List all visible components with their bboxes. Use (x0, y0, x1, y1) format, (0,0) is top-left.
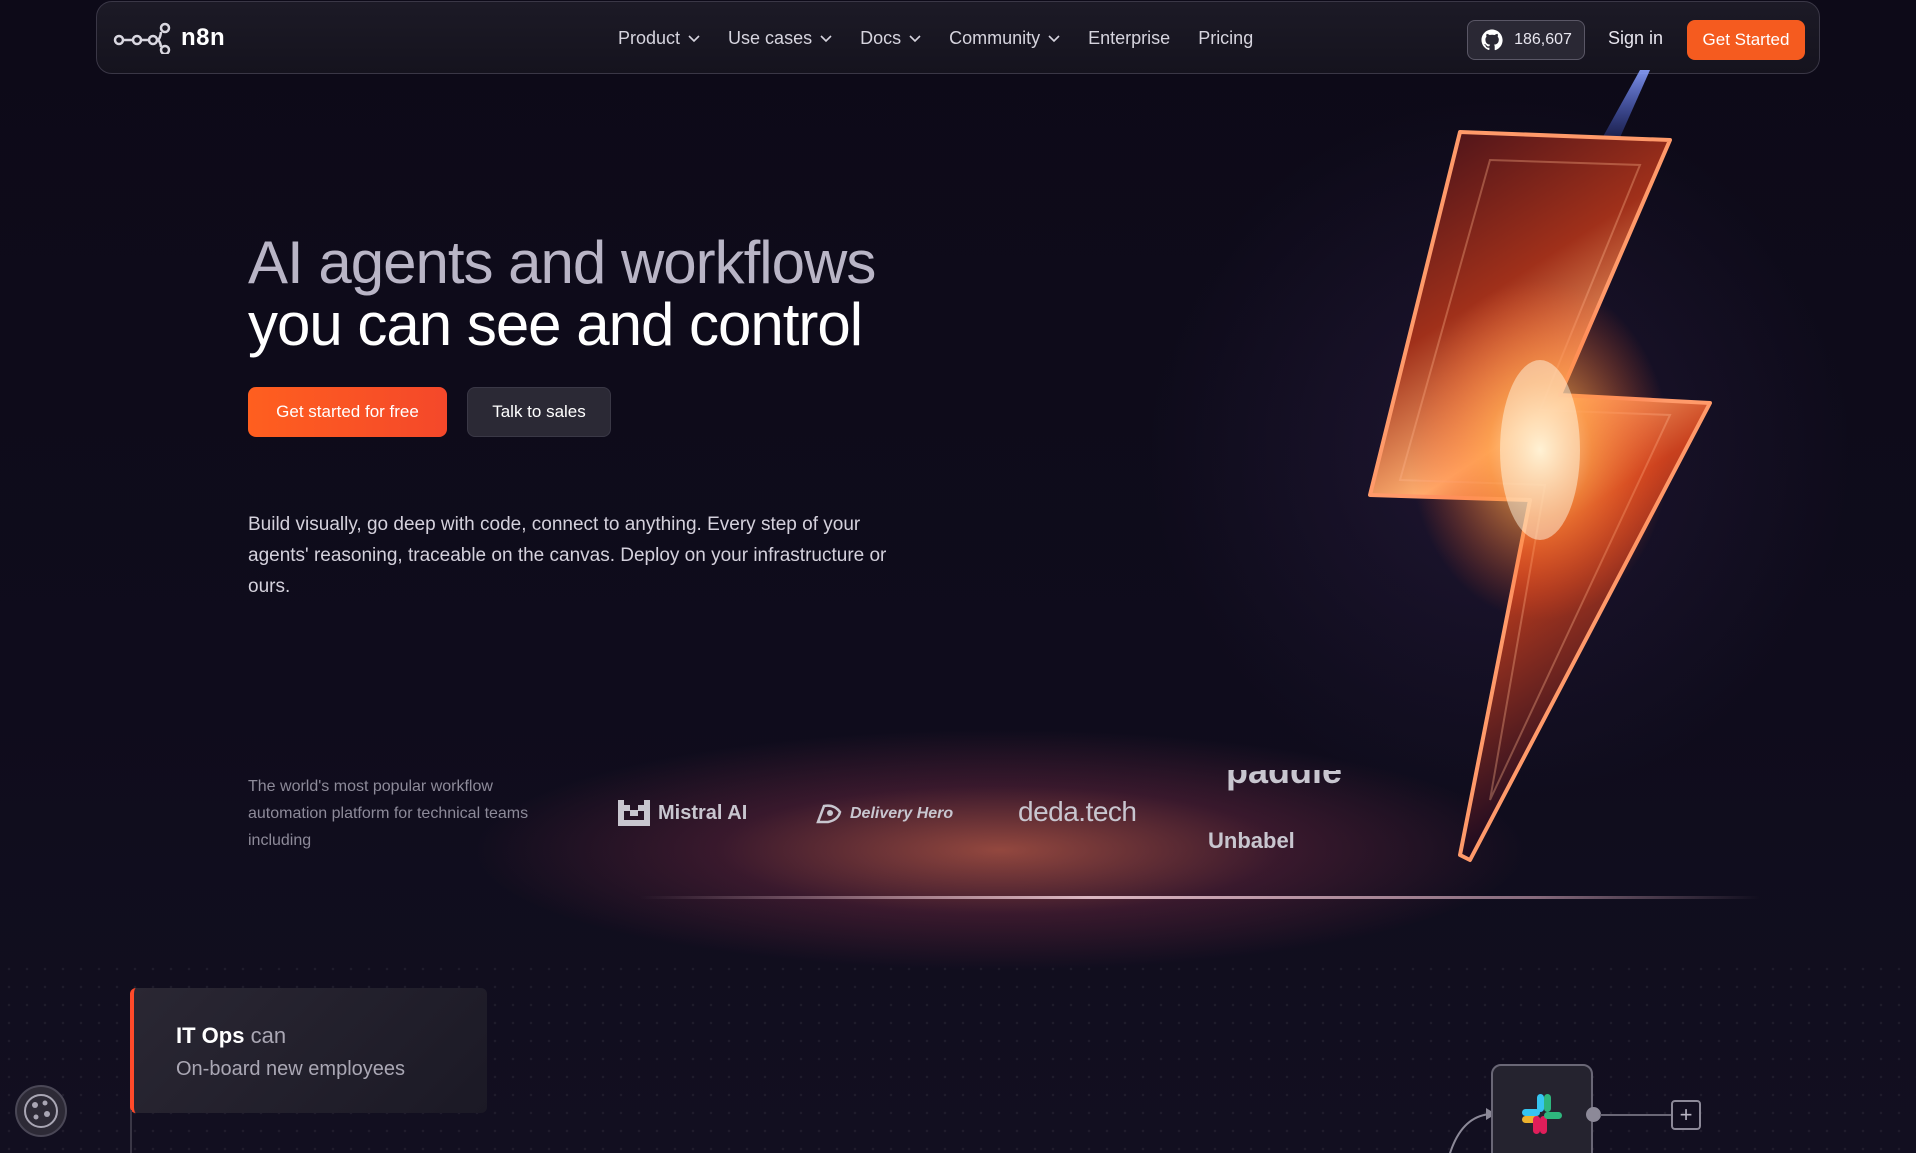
hero-headline: AI agents and workflows you can see and … (248, 229, 876, 358)
nav-pricing[interactable]: Pricing (1198, 28, 1253, 49)
use-case-title: IT Ops can (176, 1023, 286, 1049)
nav-docs-label: Docs (860, 28, 902, 48)
chevron-down-icon (909, 34, 921, 42)
mistral-ai-logo-text: Mistral AI (658, 801, 748, 824)
github-stars-button[interactable]: 186,607 (1467, 20, 1585, 60)
github-star-count: 186,607 (1514, 31, 1572, 48)
timeline-line (130, 1110, 132, 1153)
logo-text: n8n (181, 24, 226, 51)
github-icon (1481, 29, 1503, 51)
node-output-handle[interactable] (1586, 1107, 1601, 1122)
talk-to-sales-button[interactable]: Talk to sales (467, 387, 611, 437)
nav-enterprise-label: Enterprise (1088, 28, 1171, 48)
delivery-hero-logo-text: Delivery Hero (850, 805, 954, 822)
hero-headline-line2: you can see and control (248, 291, 863, 358)
n8n-logo-icon (113, 22, 171, 54)
cookie-settings-button[interactable] (15, 1085, 67, 1137)
get-started-free-button[interactable]: Get started for free (248, 387, 447, 437)
node-connection-line (1600, 1114, 1672, 1116)
use-case-task: On-board new employees (176, 1058, 406, 1080)
cookie-icon (24, 1094, 58, 1128)
paddle-logo: paddle (1226, 770, 1343, 791)
top-navigation: n8n Product Use cases Docs Community Ent… (96, 1, 1820, 74)
nav-use-cases[interactable]: Use cases (728, 28, 832, 49)
chevron-down-icon (688, 34, 700, 42)
lightning-bolt-illustration (1368, 70, 1712, 862)
slack-workflow-node[interactable] (1491, 1064, 1593, 1153)
customer-logos: Mistral AI Delivery Hero deda.tech paddl… (618, 770, 1358, 855)
mistral-ai-logo: Mistral AI (618, 800, 747, 826)
nav-docs[interactable]: Docs (860, 28, 921, 49)
delivery-hero-icon (816, 804, 842, 824)
sign-in-link[interactable]: Sign in (1608, 28, 1663, 49)
hero-headline-line1: AI agents and workflows (248, 229, 876, 296)
main-menu: Product Use cases Docs Community Enterpr… (618, 2, 1253, 75)
mistral-icon (618, 800, 650, 826)
deda-tech-logo: deda.tech (1018, 796, 1137, 827)
hero-description: Build visually, go deep with code, conne… (248, 514, 887, 597)
nav-community[interactable]: Community (949, 28, 1060, 49)
trust-statement: The world's most popular workflow automa… (248, 778, 529, 849)
slack-icon (1522, 1094, 1562, 1134)
nav-product-label: Product (618, 28, 681, 48)
chevron-down-icon (820, 34, 832, 42)
use-case-verb: can (250, 1023, 287, 1048)
add-node-button[interactable]: + (1671, 1100, 1701, 1130)
nav-enterprise[interactable]: Enterprise (1088, 28, 1170, 49)
nav-use-cases-label: Use cases (728, 28, 813, 48)
use-case-card[interactable]: IT Ops can On-board new employees (130, 988, 487, 1113)
nav-community-label: Community (949, 28, 1041, 48)
chevron-down-icon (1048, 34, 1060, 42)
n8n-logo[interactable]: n8n (113, 22, 225, 54)
horizon-glow-line (640, 896, 1760, 899)
get-started-button[interactable]: Get Started (1687, 20, 1805, 60)
use-case-team: IT Ops (176, 1023, 245, 1048)
nav-pricing-label: Pricing (1198, 28, 1254, 48)
unbabel-logo: Unbabel (1208, 828, 1295, 853)
delivery-hero-logo: Delivery Hero (814, 802, 953, 826)
nav-product[interactable]: Product (618, 28, 700, 49)
